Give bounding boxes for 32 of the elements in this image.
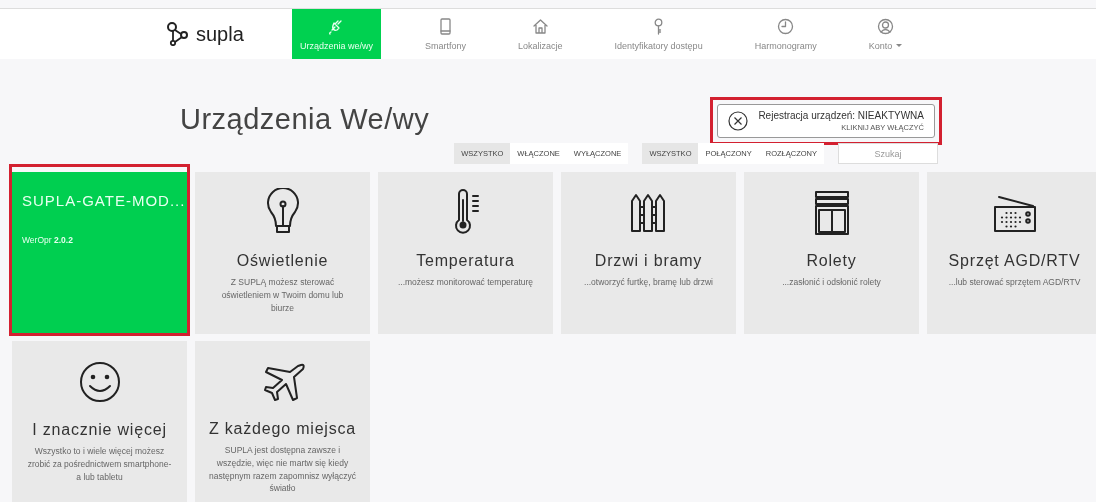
card-title: Drzwi i bramy xyxy=(594,252,703,270)
nav-tab[interactable]: Harmonogramy xyxy=(746,9,825,59)
smiley-face-icon xyxy=(77,360,122,404)
nav-tab[interactable]: Smartfony xyxy=(417,9,475,59)
card-title: Sprzęt AGD/RTV xyxy=(948,252,1081,270)
card-title: Rolety xyxy=(806,252,857,270)
radio-icon xyxy=(992,193,1037,233)
window-blind-icon xyxy=(813,190,850,236)
card-description: ...lub sterować sprzętem AGD/RTV xyxy=(947,276,1082,289)
card-title: Temperatura xyxy=(416,252,515,270)
device-name: SUPLA-GATE-MOD... xyxy=(22,192,186,209)
card-description: Wszystko to i wiele więcej możesz zrobić za pośrednictwem smartphone-a lub tabletu xyxy=(26,445,173,484)
card-description: ...możesz monitorować temperaturę xyxy=(396,276,535,289)
house-icon xyxy=(531,17,549,35)
nav-tab[interactable]: Konto xyxy=(860,9,911,59)
nav-tab[interactable]: Identyfikatory dostępu xyxy=(606,9,711,59)
card-title: Oświetlenie xyxy=(236,252,329,270)
search-field[interactable]: Szukaj xyxy=(838,143,938,164)
card-title: I znacznie więcej xyxy=(32,421,167,439)
clock-icon xyxy=(777,17,795,35)
card-description: ...zasłonić i odsłonić rolety xyxy=(781,276,882,289)
nav-tab[interactable]: Lokalizacje xyxy=(510,9,571,59)
page-title: Urządzenia We/wy xyxy=(180,103,430,136)
close-circle-icon xyxy=(728,111,749,131)
logo-icon xyxy=(166,22,190,46)
firmware-version: WerOpr 2.0.2 xyxy=(22,235,73,245)
user-circle-icon xyxy=(876,17,894,35)
card-description: Z SUPLĄ możesz sterować oświetleniem w Twoim domu lub biurze xyxy=(220,276,345,315)
card-title: Z każdego miejsca xyxy=(209,420,356,438)
card-description: ...otworzyć furtkę, bramę lub drzwi xyxy=(583,276,714,289)
logo-text: supla xyxy=(196,22,244,46)
card-description: SUPLA jest dostępna zawsze i wszędzie, więc nie martw się kiedy następnym razem zapomnisz wyłączyć światło xyxy=(208,444,357,495)
